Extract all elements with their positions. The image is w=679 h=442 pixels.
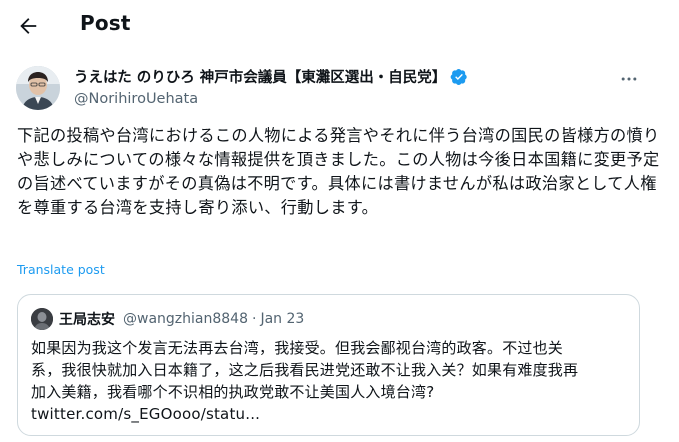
tweet-body: 下記の投稿や台湾におけるこの人物による発言やそれに伴う台湾の国民の皆様方の憤りや… bbox=[17, 126, 660, 217]
top-bar: Post bbox=[0, 0, 679, 52]
quoted-text-line: 如果因为我这个发言无法再去台湾，我接受。但我会鄙视台湾的政客。不过也关 bbox=[31, 339, 564, 357]
quoted-date: Jan 23 bbox=[260, 311, 305, 327]
verified-badge-icon bbox=[450, 68, 468, 85]
quoted-text-line: 系，我很快就加入日本籍了，这之后我看民进党还敢不让我入关？如果有难度我再 bbox=[31, 361, 579, 379]
author-avatar[interactable] bbox=[16, 66, 60, 110]
back-button[interactable] bbox=[14, 12, 42, 40]
quoted-author-avatar bbox=[31, 308, 53, 330]
author-photo bbox=[16, 66, 60, 110]
quoted-post[interactable]: 王局志安 @wangzhian8848 · Jan 23 如果因为我这个发言无法… bbox=[17, 294, 640, 436]
quoted-author-handle: @wangzhian8848 bbox=[123, 311, 248, 327]
quoted-author-name: 王局志安 bbox=[59, 312, 115, 328]
author-handle[interactable]: @NorihiroUehata bbox=[74, 91, 198, 107]
separator-dot: · bbox=[251, 311, 257, 327]
more-options-button[interactable] bbox=[616, 66, 642, 92]
author-name[interactable]: うえはた のりひろ 神戸市会議員【東灘区選出・自民党】 bbox=[74, 66, 446, 87]
quoted-header: 王局志安 @wangzhian8848 · Jan 23 bbox=[59, 309, 304, 329]
quoted-text: 如果因为我这个发言无法再去台湾，我接受。但我会鄙视台湾的政客。不过也关 系，我很… bbox=[31, 337, 631, 425]
author-name-row[interactable]: うえはた のりひろ 神戸市会議員【東灘区選出・自民党】 bbox=[74, 66, 468, 87]
more-horizontal-icon bbox=[621, 77, 637, 81]
quoted-text-line: 加入美籍，我看哪个不识相的执政党敢不让美国人入境台湾? bbox=[31, 383, 435, 401]
page-title: Post bbox=[80, 11, 131, 35]
translate-post-link[interactable]: Translate post bbox=[17, 262, 105, 277]
quoted-author-photo bbox=[31, 308, 53, 330]
quoted-link: twitter.com/s_EGOooo/statu... bbox=[31, 405, 261, 423]
back-arrow-icon bbox=[20, 18, 37, 34]
